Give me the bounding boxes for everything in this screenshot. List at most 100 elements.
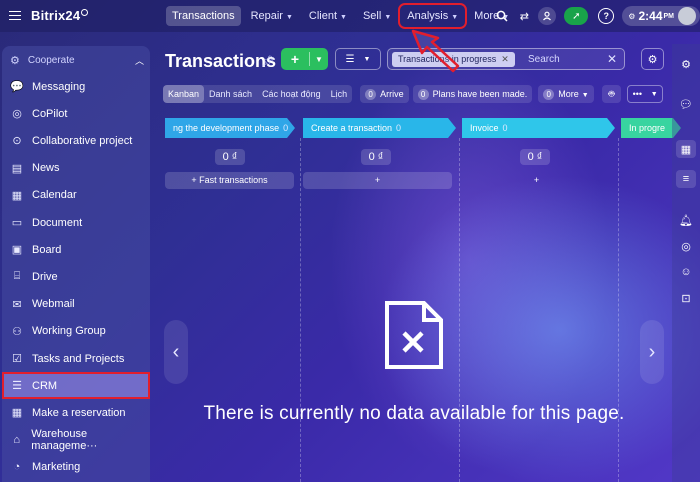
tab-1[interactable]: Kanban [163, 85, 205, 103]
sidebar-item-label: Tasks and Projects [32, 352, 125, 365]
tab-2[interactable]: Danh sách [204, 85, 257, 103]
chevron-down-icon: ▼ [451, 14, 459, 21]
sidebar-item-news[interactable]: ▤ News [2, 155, 150, 182]
chevron-down-icon: ▼ [340, 14, 347, 21]
sidebar-item-label: Document [32, 216, 83, 229]
board-icon: ▣ [11, 244, 23, 257]
list-icon[interactable]: ≡ [676, 170, 696, 188]
drive-icon: ⌸ [13, 270, 21, 283]
chip-close-icon[interactable]: ✕ [501, 54, 509, 64]
plans-counter[interactable]: 0 Plans have been made. [412, 85, 533, 103]
sidebar-item-webmail[interactable]: ✉ Webmail [2, 291, 150, 318]
calendar-icon[interactable]: ▦ [676, 140, 696, 158]
sidebar-item-copilot[interactable]: ◎ CoPilot [2, 100, 150, 127]
nav-item-transactions[interactable]: Transactions [166, 6, 241, 26]
sidebar-item-board[interactable]: ▣ Board [2, 236, 150, 263]
sidebar-group-header[interactable]: ⚙ Cooperate ︿ [10, 54, 144, 67]
sidebar-item-label: Collaborative project [32, 134, 133, 147]
avatar[interactable] [678, 7, 696, 25]
stage-name: Invoice [470, 123, 499, 133]
mail-icon: ✉ [12, 298, 22, 311]
more-counters-button[interactable]: 0 More ▼ [538, 85, 594, 103]
sliders-icon[interactable]: ⇄ [516, 8, 532, 24]
funnel-icon: ☰ [345, 53, 355, 65]
plans-count: 0 [417, 88, 429, 100]
stage-header[interactable]: ng the development phase 0 [165, 118, 295, 138]
more-label: More [558, 89, 579, 99]
nav-item-sell[interactable]: Sell ▼ [357, 6, 397, 26]
add-deal-button[interactable]: + [303, 172, 452, 189]
sidebar-item-marketing[interactable]: ◔ Marketing [2, 454, 150, 481]
scroll-right-arrow[interactable]: › [640, 320, 664, 384]
column-divider [300, 138, 301, 482]
stage-header[interactable]: Create a transaction 0 [303, 118, 456, 138]
views-row: Kanban Danh sách Các hoạt động Lịch 0 Arriv… [163, 85, 663, 103]
tab-3[interactable]: Các hoạt động [257, 85, 326, 103]
stage-count: 0 [283, 123, 289, 133]
add-deal-button[interactable]: + [462, 172, 611, 189]
document-icon: ▭ [11, 217, 23, 229]
sidebar-item-crm[interactable]: ☰ CRM [2, 372, 150, 400]
add-button[interactable]: + ▼ [281, 48, 328, 70]
arrive-count: 0 [365, 88, 377, 100]
arrive-label: Arrive [380, 89, 404, 99]
nav-item-label: Sell [362, 10, 382, 22]
top-bar: Bitrix24 Transactions Repair ▼ Client ▼ Sell ▼… [0, 0, 700, 32]
nav-item-analysis[interactable]: Analysis ▼ [398, 3, 468, 29]
news-icon: ▤ [11, 162, 23, 175]
sidebar-group-label: Cooperate [27, 55, 75, 66]
clock-widget[interactable]: ⚙ 2:44 PM [622, 6, 700, 26]
sidebar-item-warehouse-manageme[interactable]: ⌂ Warehouse manageme··· [2, 427, 150, 454]
no-data-file-icon [384, 300, 444, 375]
sidebar-item-tasks-and-projects[interactable]: ☑ Tasks and Projects [2, 345, 150, 372]
chevron-down-icon[interactable]: ▼ [310, 55, 328, 64]
sidebar-item-document[interactable]: ▭ Document [2, 209, 150, 236]
tasks-icon: ☑ [12, 353, 22, 365]
chevron-down-icon: ▼ [384, 14, 392, 21]
search-icon[interactable] [494, 8, 510, 24]
support-icon[interactable]: ☺ [678, 264, 694, 280]
sidebar-item-messaging[interactable]: 💬 Messaging [2, 73, 150, 100]
tab-4[interactable]: Lịch [326, 85, 353, 103]
robot-icon[interactable]: 🤖︎ [601, 85, 622, 103]
nav-item-label: Analysis [407, 10, 449, 22]
app-logo[interactable]: Bitrix24 [31, 8, 89, 23]
project-icon: ⊙ [12, 135, 22, 148]
pin-icon[interactable]: 📌︎ [261, 55, 275, 68]
arrive-counter[interactable]: 0 Arrive [360, 85, 409, 103]
crm-icon: ☰ [12, 380, 22, 393]
scroll-left-arrow[interactable]: ‹ [164, 320, 188, 384]
sidebar-item-label: Webmail [32, 298, 75, 311]
gear-icon: ⚙ [628, 11, 636, 21]
user-icon[interactable] [538, 7, 557, 25]
chat-icon: 💬 [10, 81, 24, 93]
chat-bubble-icon[interactable]: 💬︎ [678, 96, 694, 112]
copilot-icon[interactable]: ◎ [678, 238, 694, 254]
help-icon[interactable]: ? [598, 8, 615, 24]
settings-icon[interactable]: ⚙ [678, 56, 694, 72]
clear-icon[interactable]: ✕ [607, 52, 617, 66]
sidebar-item-calendar[interactable]: ▦ Calendar [2, 182, 150, 209]
chevron-up-icon[interactable]: ︿ [135, 54, 144, 67]
menu-icon[interactable] [9, 11, 21, 20]
rocket-icon[interactable]: ➚ [564, 7, 589, 25]
sidebar-item-collaborative-project[interactable]: ⊙ Collaborative project [2, 127, 150, 154]
search-input[interactable]: Search [528, 54, 560, 65]
stage-header[interactable]: Invoice 0 [462, 118, 615, 138]
pipeline-selector[interactable]: ☰ ▼ [335, 48, 381, 70]
sidebar-item-working-group[interactable]: ⚇ Working Group [2, 318, 150, 345]
bell-icon[interactable]: 🔔︎ [678, 212, 694, 228]
sidebar-item-make-a-reservation[interactable]: ▦ Make a reservation [2, 399, 150, 426]
fast-transactions-button[interactable]: + Fast transactions [165, 172, 294, 189]
settings-gear-icon[interactable]: ⚙ [641, 48, 664, 70]
nav-item-client[interactable]: Client ▼ [303, 6, 353, 26]
nav-item-repair[interactable]: Repair ▼ [245, 6, 299, 26]
nav-item-label: Client [308, 10, 338, 22]
logo-clock-icon [81, 9, 89, 16]
dots-icon: ••• [632, 89, 643, 99]
stage-name: Create a transaction [311, 123, 393, 133]
more-actions-button[interactable]: ••• ▼ [627, 85, 663, 103]
sidebar-item-drive[interactable]: ⌸ Drive [2, 263, 150, 290]
top-icons: ⇄ ➚ ? ⚙ 2:44 PM [488, 5, 700, 27]
lock-icon[interactable]: ⊡ [678, 290, 694, 306]
